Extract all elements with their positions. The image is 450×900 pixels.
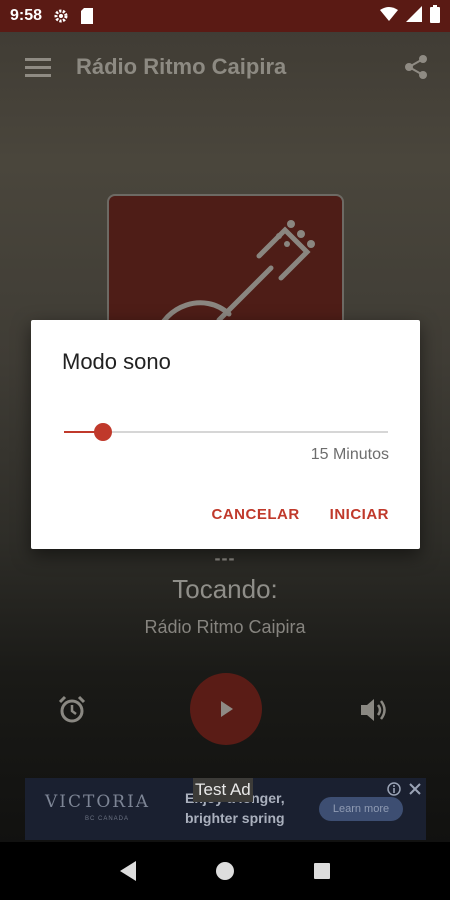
sleep-mode-dialog: Modo sono 15 Minutos CANCELAR INICIAR xyxy=(31,320,420,549)
dialog-actions: CANCELAR INICIAR xyxy=(211,506,389,523)
recents-icon[interactable] xyxy=(302,851,342,891)
sleep-duration-label: 15 Minutos xyxy=(310,446,389,463)
navigation-bar xyxy=(0,842,450,900)
slider-track xyxy=(64,431,388,433)
dialog-title: Modo sono xyxy=(62,349,171,374)
status-bar: 9:58 xyxy=(0,0,450,32)
cancel-button[interactable]: CANCELAR xyxy=(211,506,299,523)
status-time: 9:58 xyxy=(10,7,43,24)
sleep-timer-slider[interactable] xyxy=(64,420,388,444)
home-icon[interactable] xyxy=(205,851,245,891)
wifi-icon xyxy=(380,6,398,26)
slider-thumb[interactable] xyxy=(93,423,112,441)
battery-icon xyxy=(430,4,440,28)
start-button[interactable]: INICIAR xyxy=(330,506,389,523)
sd-card-icon xyxy=(78,7,96,25)
gear-icon xyxy=(52,7,70,25)
status-right-icons xyxy=(380,4,440,28)
back-icon[interactable] xyxy=(108,851,148,891)
signal-icon xyxy=(406,5,422,27)
